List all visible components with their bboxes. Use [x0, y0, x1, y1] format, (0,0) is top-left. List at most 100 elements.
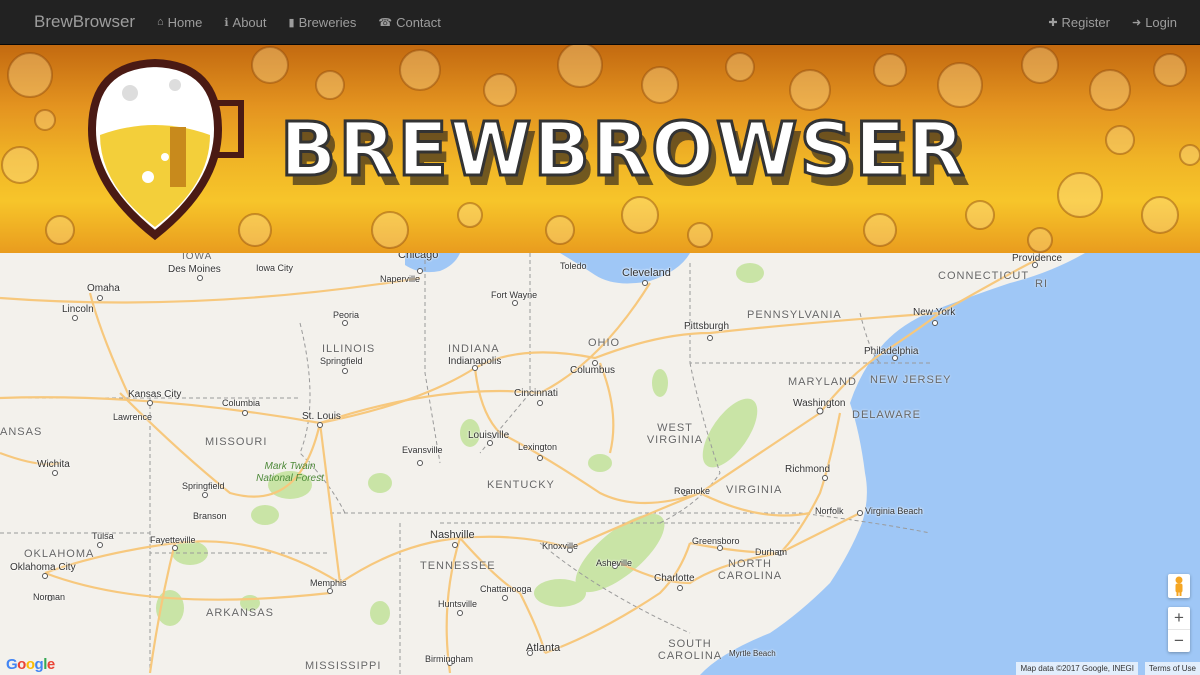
- map-city-label: Asheville: [596, 558, 633, 568]
- street-view-pegman[interactable]: [1168, 574, 1190, 598]
- map-city-label: Chattanooga: [480, 584, 532, 594]
- nav-right: ✚ Register ➜ Login: [1037, 0, 1188, 44]
- home-icon: ⌂: [157, 16, 164, 28]
- top-navbar: BrewBrowser ⌂ Home ℹ About ▮ Breweries ☎…: [0, 0, 1200, 45]
- map-city-label: Birmingham: [425, 654, 474, 664]
- map-city-label: Providence: [1012, 253, 1063, 264]
- map-state-label: MISSISSIPPI: [305, 660, 382, 672]
- pegman-icon: [1175, 576, 1183, 596]
- map-city-label: Lincoln: [62, 304, 94, 315]
- map-city-label: St. Louis: [302, 411, 341, 422]
- map-city-label: Cleveland: [622, 267, 671, 279]
- map-city-label: Omaha: [87, 283, 120, 294]
- map-city-label: Chicago: [398, 253, 439, 261]
- map-city-label: Huntsville: [438, 599, 478, 609]
- nav-item-contact[interactable]: ☎ Contact: [367, 0, 452, 44]
- nav-item-register[interactable]: ✚ Register: [1037, 0, 1121, 44]
- map-state-label: MISSOURI: [205, 436, 268, 448]
- map-state-label: SOUTH CAROLINA: [657, 638, 723, 662]
- map-city-label: Myrtle Beach: [729, 649, 776, 658]
- map-city-label: New York: [913, 307, 956, 318]
- beer-logo-icon: [87, 58, 244, 241]
- map-city-label: Oklahoma City: [10, 562, 76, 573]
- map-state-label: TENNESSEE: [420, 560, 496, 572]
- map-city-label: Roanoke: [674, 486, 711, 496]
- map-city-label: Kansas City: [128, 389, 182, 400]
- map-park-label: Mark Twain National Forest: [256, 461, 324, 484]
- map-city-label: Tulsa: [92, 531, 114, 541]
- phone-icon: ☎: [378, 16, 393, 29]
- map-state-label: MARYLAND: [788, 376, 857, 388]
- brewery-map[interactable]: Chicago Toledo Cleveland Providence Des …: [0, 253, 1200, 675]
- nav-item-breweries[interactable]: ▮ Breweries: [278, 0, 368, 44]
- map-city-label: Memphis: [310, 578, 347, 588]
- map-state-label: ANSAS: [0, 426, 43, 438]
- map-city-label: Lexington: [518, 442, 558, 452]
- info-icon: ℹ: [224, 16, 229, 29]
- map-state-label: WEST VIRGINIA: [646, 422, 704, 446]
- nav-home-label: Home: [167, 14, 203, 30]
- nav-item-about[interactable]: ℹ About: [213, 0, 277, 44]
- map-state-label: DELAWARE: [852, 409, 921, 421]
- map-city-label: Naperville: [380, 274, 421, 284]
- map-city-label: Peoria: [333, 310, 360, 320]
- map-city-label: Richmond: [785, 464, 831, 475]
- map-city-label: Columbus: [570, 365, 616, 376]
- zoom-control: + −: [1168, 607, 1190, 652]
- map-attribution: Map data ©2017 Google, INEGI: [1016, 662, 1138, 675]
- nav-breweries-label: Breweries: [298, 14, 357, 30]
- google-logo[interactable]: Google: [6, 656, 55, 673]
- map-city-label: Knoxville: [542, 541, 579, 551]
- nav-about-label: About: [232, 14, 267, 30]
- map-city-label: Louisville: [468, 430, 510, 441]
- beer-icon: ▮: [288, 16, 295, 29]
- map-city-label: Cincinnati: [514, 388, 558, 399]
- map-state-label: ARKANSAS: [206, 607, 274, 619]
- map-state-label: NEW JERSEY: [870, 374, 952, 386]
- login-icon: ➜: [1131, 16, 1142, 29]
- map-state-label: KENTUCKY: [487, 479, 555, 491]
- map-city-label: Washington: [793, 398, 846, 409]
- map-state-label: PENNSYLVANIA: [747, 309, 842, 321]
- map-city-label: Fort Wayne: [491, 290, 538, 300]
- map-state-label: VIRGINIA: [726, 484, 783, 496]
- map-city-label: Wichita: [37, 459, 70, 470]
- map-city-label: Branson: [193, 511, 227, 521]
- map-city-label: Evansville: [402, 445, 443, 455]
- brewbrowser-wordmark: BREWBROWSER: [278, 106, 967, 195]
- map-state-label: RI: [1035, 278, 1048, 290]
- map-state-label: OKLAHOMA: [24, 548, 95, 560]
- navbar-brand[interactable]: BrewBrowser: [34, 0, 135, 44]
- map-city-label: Norfolk: [815, 506, 844, 516]
- terms-of-use-link[interactable]: Terms of Use: [1144, 662, 1200, 675]
- map-state-label: CONNECTICUT: [938, 270, 1030, 282]
- map-city-label: Indianapolis: [448, 356, 502, 367]
- map-state-label: IOWA: [182, 253, 213, 262]
- zoom-out-button[interactable]: −: [1168, 630, 1190, 652]
- nav-register-label: Register: [1061, 14, 1110, 30]
- map-city-label: Springfield: [182, 481, 225, 491]
- map-city-label: Fayetteville: [150, 535, 196, 545]
- map-city-label: Charlotte: [654, 573, 695, 584]
- nav-item-home[interactable]: ⌂ Home: [146, 0, 213, 44]
- map-city-label: Pittsburgh: [684, 321, 730, 332]
- nav-left: ⌂ Home ℹ About ▮ Breweries ☎ Contact: [146, 0, 452, 44]
- zoom-in-button[interactable]: +: [1168, 607, 1190, 630]
- nav-item-login[interactable]: ➜ Login: [1121, 0, 1188, 44]
- map-city-label: Des Moines: [168, 264, 221, 275]
- map-state-label: NORTH CAROLINA: [717, 558, 783, 582]
- nav-login-label: Login: [1145, 14, 1177, 30]
- map-state-label: INDIANA: [448, 343, 500, 355]
- map-city-label: Columbia: [222, 398, 261, 408]
- map-city-label: Virginia Beach: [865, 506, 923, 516]
- map-city-label: Iowa City: [256, 263, 294, 273]
- map-city-label: Durham: [755, 547, 788, 557]
- map-city-label: Springfield: [320, 356, 363, 366]
- map-city-label: Lawrence: [113, 412, 153, 422]
- map-state-label: ILLINOIS: [322, 343, 376, 355]
- map-city-label: Philadelphia: [864, 346, 919, 357]
- nav-contact-label: Contact: [396, 14, 441, 30]
- user-plus-icon: ✚: [1048, 16, 1058, 29]
- map-city-label: Toledo: [560, 261, 587, 271]
- map-state-label: OHIO: [588, 337, 621, 349]
